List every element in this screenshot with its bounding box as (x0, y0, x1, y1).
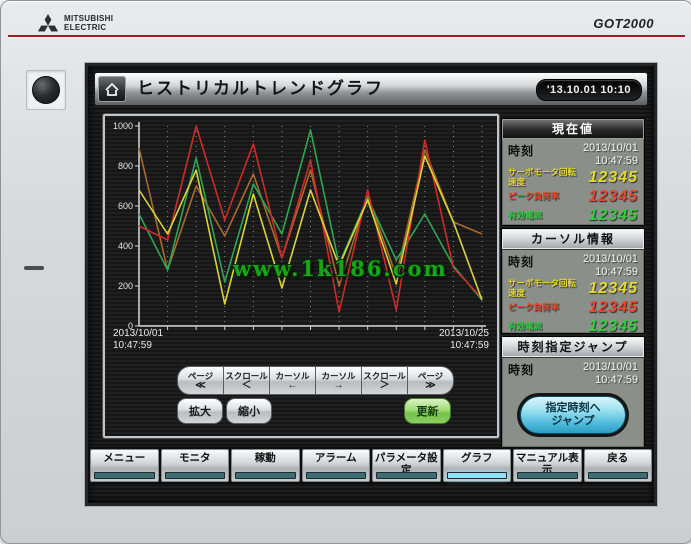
menu-underline (517, 472, 578, 479)
menu-underline (587, 472, 648, 479)
mitsubishi-brand: MITSUBISHI ELECTRIC (37, 14, 113, 34)
bottom-menu-bar: メニュー モニタ 稼動 アラーム パラメータ設定 グラフ マニュアル表示 戻る (88, 447, 654, 484)
page-title: ヒストリカルトレンドグラフ (137, 79, 384, 98)
double-left-arrow-icon: ≪ (195, 379, 206, 391)
current-value-panel: 現在値 時刻 2013/10/01 10:47:59 サーボモータ回転速度 12… (501, 118, 645, 226)
current-servo-row: サーボモータ回転速度 12345 (508, 167, 638, 187)
jump-to-time-button[interactable]: 指定時刻へ ジャンプ (520, 396, 626, 435)
double-right-arrow-icon: ≫ (425, 379, 436, 391)
menu-underline (164, 472, 225, 479)
svg-text:200: 200 (118, 281, 133, 291)
menu-underline (376, 472, 437, 479)
zoom-out-button[interactable]: 縮小 (226, 398, 272, 424)
cursor-peak-row: ピーク負荷率 12345 (508, 298, 638, 316)
time-jump-panel: 時刻指定ジャンプ 時刻 2013/10/01 10:47:59 指定時刻へ ジャ… (501, 336, 645, 448)
jump-time-row: 時刻 2013/10/01 10:47:59 (508, 361, 638, 386)
current-current-row: 有効電流 12345 (508, 206, 638, 224)
clock-display: '13.10.01 10:10 (535, 79, 642, 101)
cursor-time-row: 時刻 2013/10/01 10:47:59 (508, 253, 638, 278)
bezel-accent-line (8, 35, 685, 37)
brand-text: MITSUBISHI ELECTRIC (64, 14, 114, 32)
page-forward-button[interactable]: ページ ≫ (407, 366, 454, 395)
info-sidebar: 現在値 時刻 2013/10/01 10:47:59 サーボモータ回転速度 12… (501, 116, 645, 448)
menu-underline (235, 472, 296, 479)
menu-item-alarm[interactable]: アラーム (301, 449, 370, 482)
trend-chart: 02004006008001000 (113, 121, 486, 331)
left-angle-icon: ＜ (241, 379, 252, 391)
graph-nav-button-group: ページ ≪ スクロール ＜ カーソル ← カーソル → スクロール ＞ ページ … (177, 366, 454, 395)
cursor-timestamp: 2013/10/01 10:47:59 (582, 253, 638, 278)
touch-screen: ヒストリカルトレンドグラフ '13.10.01 10:10 0 200 400 600… (85, 63, 657, 506)
menu-item-parameter-settings[interactable]: パラメータ設定 (372, 449, 441, 482)
home-icon (105, 82, 119, 96)
x-axis-end-label: 2013/10/25 10:47:59 (438, 328, 489, 351)
scroll-back-button[interactable]: スクロール ＜ (223, 366, 270, 395)
jump-timestamp: 2013/10/01 10:47:59 (582, 361, 638, 386)
trend-graph-panel: 0 200 400 600 800 1000 2013/10/01 10:47:59 20… (103, 114, 499, 438)
menu-item-back[interactable]: 戻る (583, 449, 652, 482)
menu-underline (94, 472, 155, 479)
cursor-info-title: カーソル情報 (502, 229, 644, 250)
menu-item-graph[interactable]: グラフ (442, 449, 511, 482)
menu-underline-active (446, 472, 507, 479)
round-button-face (32, 76, 60, 104)
menu-item-manual-display[interactable]: マニュアル表示 (513, 449, 582, 482)
cursor-left-button[interactable]: カーソル ← (269, 366, 316, 395)
page-back-button[interactable]: ページ ≪ (177, 366, 224, 395)
svg-text:400: 400 (118, 241, 133, 251)
home-button[interactable] (98, 76, 126, 102)
menu-item-operation[interactable]: 稼動 (231, 449, 300, 482)
watermark-text: www.1k186.com (233, 256, 448, 281)
menu-item-menu[interactable]: メニュー (90, 449, 159, 482)
bezel-slot (24, 266, 44, 270)
current-value-title: 現在値 (502, 119, 644, 139)
svg-text:600: 600 (118, 201, 133, 211)
cursor-info-panel: カーソル情報 時刻 2013/10/01 10:47:59 サーボモータ回転速度… (501, 228, 645, 335)
current-time-row: 時刻 2013/10/01 10:47:59 (508, 142, 638, 167)
menu-item-monitor[interactable]: モニタ (160, 449, 229, 482)
current-peak-row: ピーク負荷率 12345 (508, 187, 638, 205)
time-jump-title: 時刻指定ジャンプ (502, 337, 644, 358)
mitsubishi-diamonds-icon (37, 14, 59, 32)
right-angle-icon: ＞ (379, 379, 390, 391)
x-axis-start-label: 2013/10/01 10:47:59 (113, 328, 164, 351)
scroll-forward-button[interactable]: スクロール ＞ (361, 366, 408, 395)
svg-text:800: 800 (118, 161, 133, 171)
zoom-in-button[interactable]: 拡大 (177, 398, 223, 424)
right-arrow-icon: → (333, 379, 344, 391)
menu-underline (305, 472, 366, 479)
cursor-right-button[interactable]: カーソル → (315, 366, 362, 395)
current-timestamp: 2013/10/01 10:47:59 (582, 142, 638, 167)
hmi-device-bezel: MITSUBISHI ELECTRIC GOT2000 ヒストリカルトレンドグラ… (0, 0, 691, 544)
cursor-servo-row: サーボモータ回転速度 12345 (508, 278, 638, 298)
refresh-button[interactable]: 更新 (404, 398, 451, 424)
cursor-current-row: 有効電流 12345 (508, 317, 638, 335)
svg-text:1000: 1000 (113, 121, 133, 131)
jump-button-frame: 指定時刻へ ジャンプ (517, 393, 629, 438)
got2000-logo: GOT2000 (593, 16, 654, 31)
screen-header-bar: ヒストリカルトレンドグラフ '13.10.01 10:10 (94, 72, 648, 106)
front-usb-cover-button[interactable] (26, 70, 66, 110)
left-arrow-icon: ← (287, 379, 298, 391)
